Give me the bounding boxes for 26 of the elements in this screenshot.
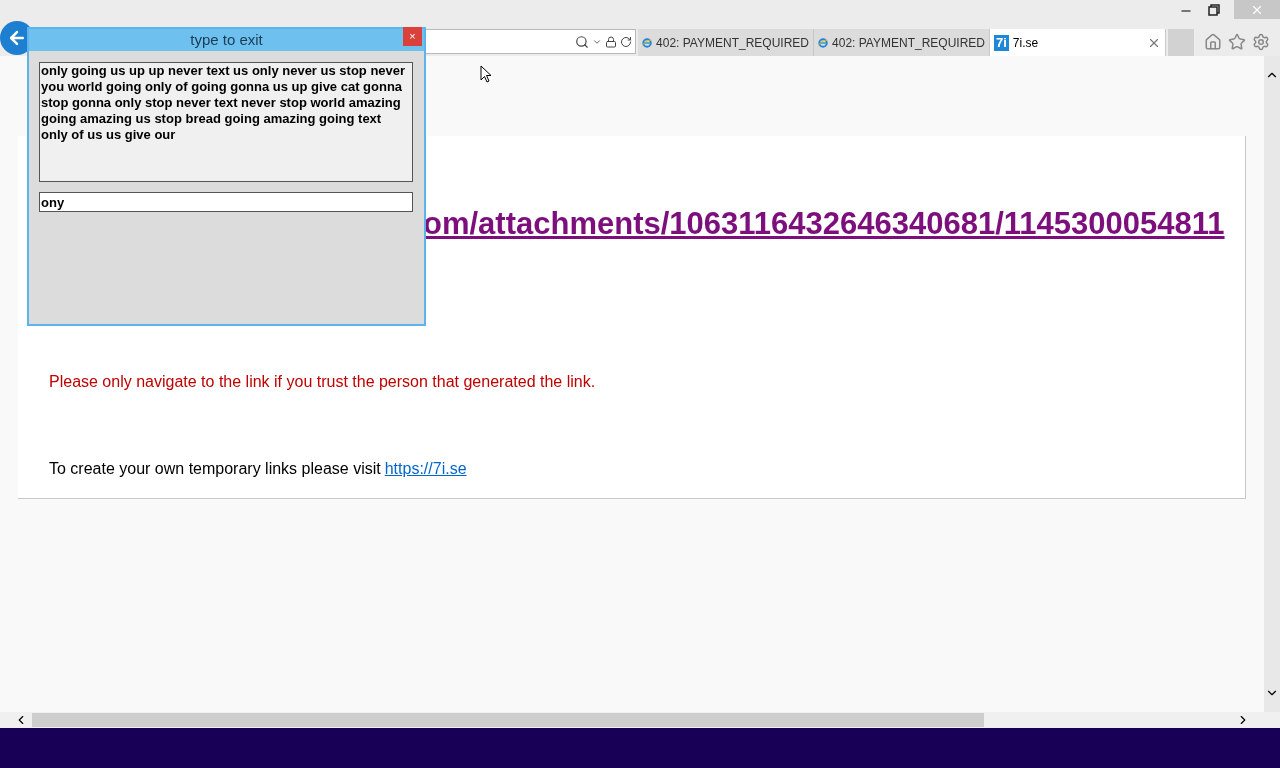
- browser-tab[interactable]: 402: PAYMENT_REQUIRED: [814, 29, 990, 56]
- restore-icon[interactable]: [1208, 4, 1220, 16]
- input-field[interactable]: ony: [39, 192, 413, 212]
- site-link[interactable]: https://7i.se: [384, 457, 467, 481]
- tab-title: 402: PAYMENT_REQUIRED: [656, 34, 809, 52]
- message-box: only going us up up never text us only never us stop never you world going only of going gonna us up give cat gonna stop gonna only stop never text never stop world amazing going amazing us stop bread going amazing going text only of us us give our: [39, 62, 413, 182]
- dialog-title: type to exit: [190, 29, 263, 50]
- star-icon[interactable]: [1228, 33, 1246, 51]
- footer-text: To create your own temporary links please visit: [49, 459, 381, 479]
- back-icon: [7, 28, 27, 48]
- search-icon[interactable]: [575, 34, 589, 49]
- dialog-close-button[interactable]: ×: [403, 27, 422, 46]
- browser-tab[interactable]: 402: PAYMENT_REQUIRED: [638, 29, 814, 56]
- tab-title: 7i.se: [1012, 34, 1040, 52]
- home-icon[interactable]: [1204, 33, 1222, 51]
- warning-text: Please only navigate to the link if you trust the person that generated the link.: [49, 372, 597, 392]
- tab-title: 402: PAYMENT_REQUIRED: [832, 34, 985, 52]
- settings-icon[interactable]: [1252, 33, 1270, 51]
- browser-tab[interactable]: 7i 7i.se: [990, 29, 1166, 56]
- site-logo: 7i: [994, 34, 1009, 51]
- vertical-scrollbar[interactable]: [1264, 56, 1280, 712]
- refresh-icon[interactable]: [620, 35, 632, 48]
- mouse-cursor-icon: [480, 65, 492, 83]
- scroll-thumb[interactable]: [32, 713, 984, 727]
- lock-icon: [605, 35, 617, 48]
- horizontal-scrollbar[interactable]: [0, 712, 1280, 728]
